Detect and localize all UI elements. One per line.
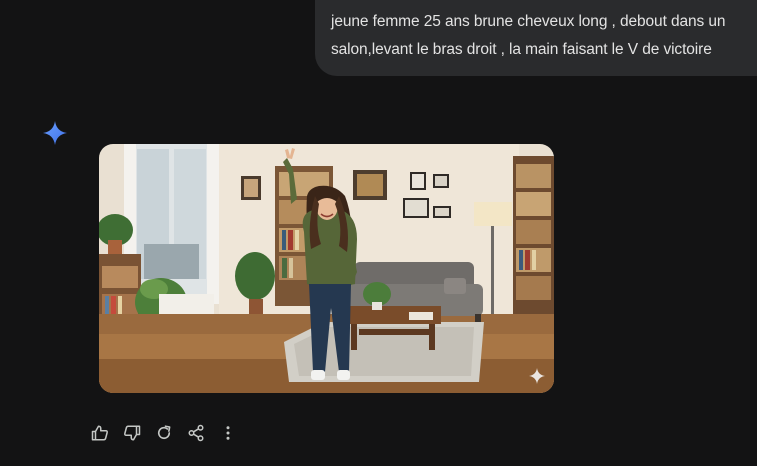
gemini-sparkle-icon [41,119,69,147]
user-prompt-text: jeune femme 25 ans brune cheveux long , … [331,13,726,58]
share-button[interactable] [184,420,208,446]
generated-image[interactable] [99,144,554,393]
regenerate-button[interactable] [152,420,176,446]
good-response-button[interactable] [88,420,112,446]
share-icon [188,424,204,442]
regenerate-icon [157,425,171,440]
more-options-button[interactable] [216,420,240,446]
response-action-bar [88,420,248,446]
thumb-up-icon [91,425,108,441]
sparkle-icon [528,367,546,385]
living-room-scene [99,144,554,393]
more-vert-icon [226,426,230,440]
thumb-down-icon [124,425,141,441]
bad-response-button[interactable] [120,420,144,446]
chat-page: jeune femme 25 ans brune cheveux long , … [0,0,757,466]
user-message-bubble: jeune femme 25 ans brune cheveux long , … [315,0,757,76]
